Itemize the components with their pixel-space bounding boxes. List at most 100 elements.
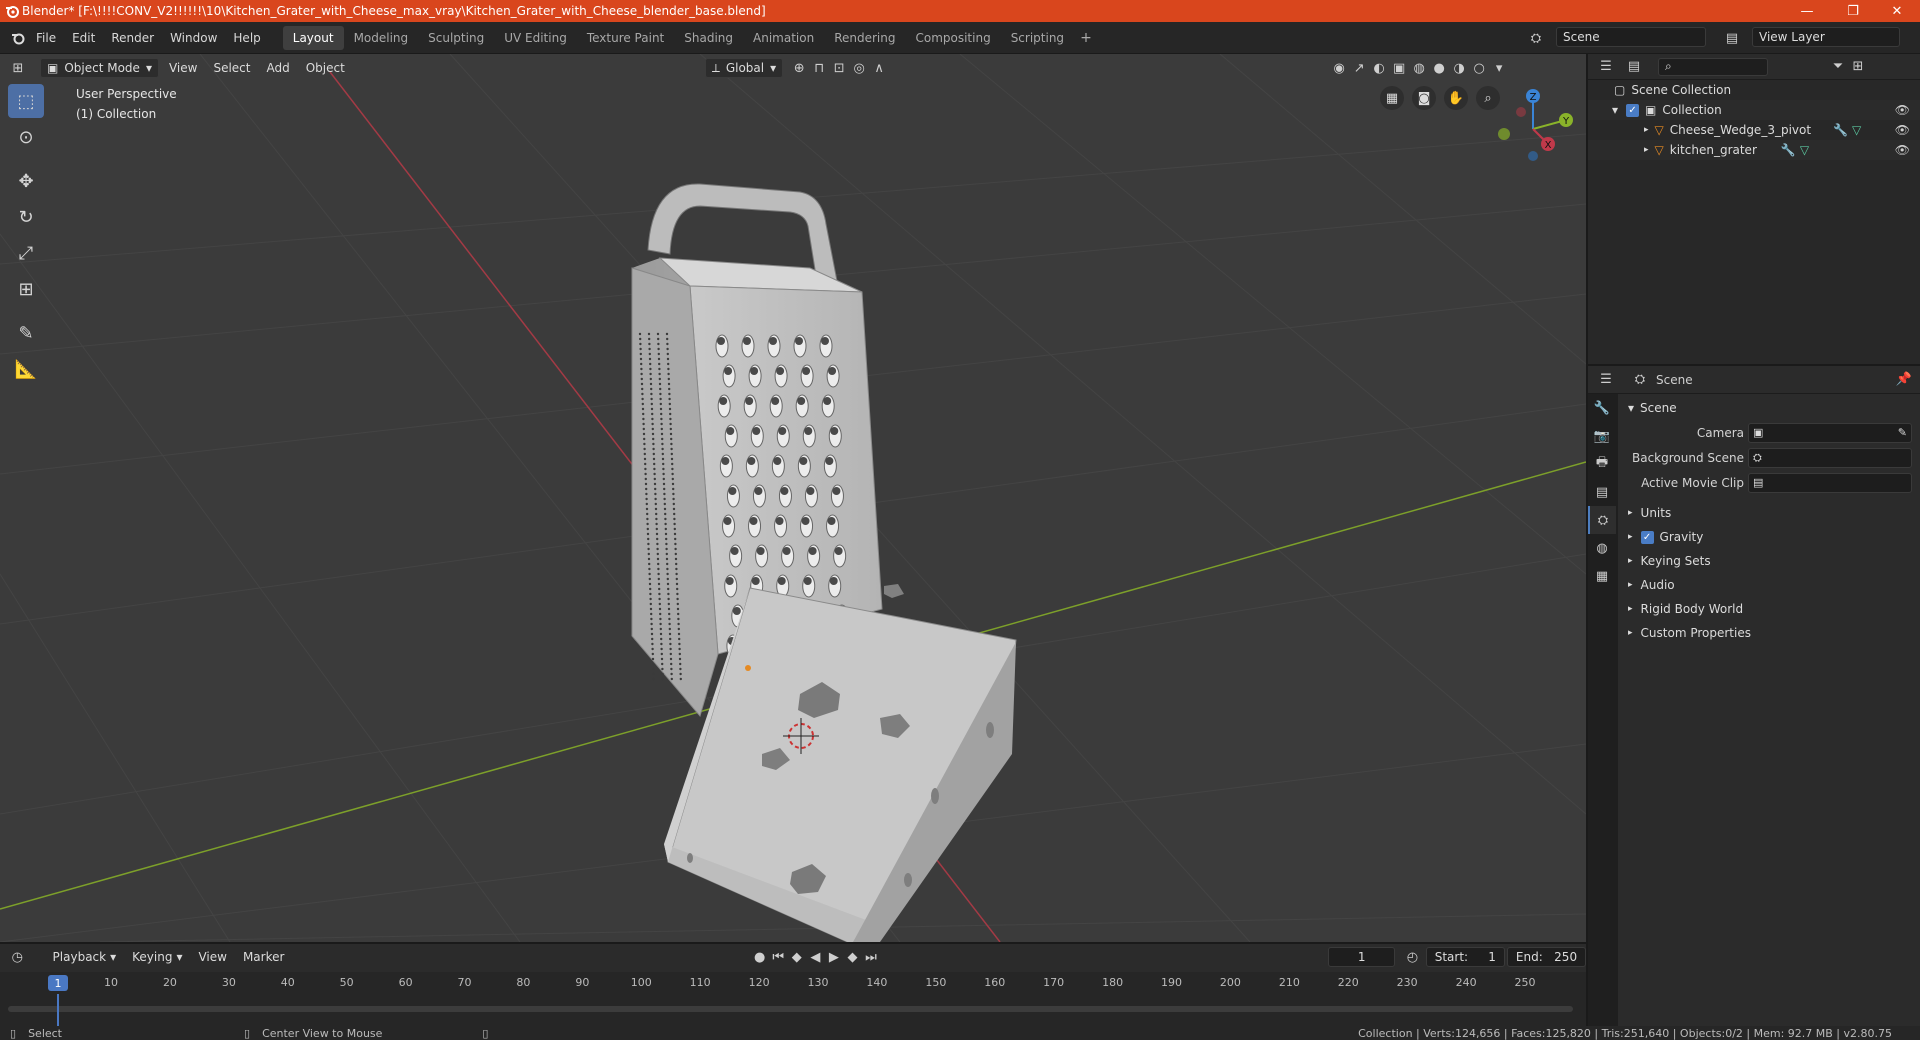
- render-tab-icon[interactable]: 📷: [1588, 422, 1616, 450]
- proportional-edit-icon[interactable]: ◎: [849, 58, 869, 78]
- tab-uv-editing[interactable]: UV Editing: [494, 26, 577, 50]
- scene-panel-header[interactable]: ▾ Scene: [1620, 396, 1920, 420]
- jump-start-icon[interactable]: ⏮: [769, 947, 788, 967]
- clock-icon[interactable]: ◴: [1403, 947, 1422, 967]
- view-menu[interactable]: View: [163, 58, 203, 78]
- display-mode-icon[interactable]: ▤: [1624, 57, 1644, 77]
- view-layer-selector[interactable]: View Layer: [1752, 27, 1900, 47]
- tab-compositing[interactable]: Compositing: [905, 26, 1000, 50]
- start-frame-field[interactable]: Start: 1: [1425, 947, 1505, 967]
- scene-tab-icon[interactable]: ⛭: [1588, 506, 1616, 534]
- gravity-checkbox[interactable]: ✓: [1640, 530, 1654, 544]
- record-icon[interactable]: ●: [750, 947, 769, 967]
- close-window-button[interactable]: ✕: [1874, 0, 1920, 22]
- tab-scripting[interactable]: Scripting: [1001, 26, 1074, 50]
- keying-sets-panel[interactable]: ▸ Keying Sets: [1620, 549, 1920, 573]
- navigation-gizmo[interactable]: Z Y X: [1488, 84, 1578, 174]
- eye-icon[interactable]: 👁: [1895, 143, 1910, 157]
- menu-window[interactable]: Window: [162, 31, 225, 45]
- tab-layout[interactable]: Layout: [282, 25, 344, 50]
- jump-end-icon[interactable]: ⏭: [862, 947, 881, 967]
- audio-panel[interactable]: ▸ Audio: [1620, 573, 1920, 597]
- transform-tool-icon[interactable]: ⊞: [8, 272, 44, 306]
- select-menu[interactable]: Select: [207, 58, 256, 78]
- xray-icon[interactable]: ▣: [1389, 58, 1409, 78]
- scale-tool-icon[interactable]: ⤢: [8, 236, 44, 270]
- properties-editor-type-icon[interactable]: ☰: [1596, 370, 1616, 390]
- minimize-button[interactable]: —: [1784, 0, 1830, 22]
- editor-type-icon[interactable]: ⊞: [8, 58, 28, 78]
- menu-file[interactable]: File: [28, 31, 64, 45]
- custom-properties-panel[interactable]: ▸ Custom Properties: [1620, 621, 1920, 645]
- pin-icon[interactable]: 📌: [1894, 370, 1914, 390]
- material-shading-icon[interactable]: ◑: [1449, 58, 1469, 78]
- tab-texture-paint[interactable]: Texture Paint: [577, 26, 674, 50]
- select-box-tool-icon[interactable]: ⬚: [8, 84, 44, 118]
- filter-icon[interactable]: ⏷: [1828, 57, 1848, 77]
- add-menu[interactable]: Add: [260, 58, 295, 78]
- texture-tab-icon[interactable]: ▦: [1588, 562, 1616, 590]
- outliner-collection-row[interactable]: ▾ ✓ ▣ Collection 👁: [1588, 100, 1920, 120]
- camera-field[interactable]: ▣ ✎: [1748, 422, 1912, 443]
- rotate-tool-icon[interactable]: ↻: [8, 200, 44, 234]
- tab-modeling[interactable]: Modeling: [344, 26, 419, 50]
- blender-menu-icon[interactable]: [8, 28, 28, 48]
- tab-rendering[interactable]: Rendering: [824, 26, 905, 50]
- pan-hand-icon[interactable]: ✋: [1444, 86, 1468, 110]
- play-reverse-icon[interactable]: ◀: [806, 947, 825, 967]
- timeline-view-menu[interactable]: View: [192, 947, 232, 967]
- 3d-viewport[interactable]: [0, 54, 1586, 942]
- add-workspace-button[interactable]: +: [1074, 30, 1098, 46]
- end-frame-field[interactable]: End: 250: [1506, 947, 1587, 967]
- outliner-search-input[interactable]: ⌕: [1658, 57, 1768, 76]
- falloff-icon[interactable]: ∧: [869, 58, 889, 78]
- view-layer-tab-icon[interactable]: ▤: [1588, 478, 1616, 506]
- wireframe-shading-icon[interactable]: ◍: [1409, 58, 1429, 78]
- playback-menu[interactable]: Playback ▾: [47, 947, 123, 967]
- maximize-button[interactable]: ❐: [1830, 0, 1876, 22]
- prev-keyframe-icon[interactable]: ◆: [788, 947, 807, 967]
- outliner-item-cheese[interactable]: ▸ ▽ Cheese_Wedge_3_pivot 🔧 ▽ 👁: [1588, 120, 1920, 140]
- scene-browse-icon[interactable]: ⛭: [1526, 28, 1546, 48]
- overlay-toggle-icon[interactable]: ◐: [1369, 58, 1389, 78]
- outliner-scene-collection[interactable]: ▢ Scene Collection: [1588, 80, 1920, 100]
- next-keyframe-icon[interactable]: ◆: [843, 947, 862, 967]
- mode-selector[interactable]: ▣ Object Mode ▾: [40, 58, 159, 78]
- eye-icon[interactable]: 👁: [1895, 123, 1910, 137]
- movie-clip-field[interactable]: ▤: [1748, 472, 1912, 493]
- play-icon[interactable]: ▶: [825, 947, 844, 967]
- tool-tab-icon[interactable]: 🔧: [1588, 394, 1616, 422]
- move-tool-icon[interactable]: ✥: [8, 164, 44, 198]
- rigid-body-world-panel[interactable]: ▸ Rigid Body World: [1620, 597, 1920, 621]
- menu-help[interactable]: Help: [225, 31, 268, 45]
- menu-edit[interactable]: Edit: [64, 31, 103, 45]
- object-menu[interactable]: Object: [300, 58, 351, 78]
- pivot-point-icon[interactable]: ⊕: [789, 58, 809, 78]
- timeline-ruler[interactable]: 1 10 20 30 40 50 60 70 80 90 100 110 120 130 140 150 160…: [0, 972, 1586, 994]
- rendered-shading-icon[interactable]: ○: [1469, 58, 1489, 78]
- tab-sculpting[interactable]: Sculpting: [418, 26, 494, 50]
- marker-menu[interactable]: Marker: [237, 947, 290, 967]
- snap-target-icon[interactable]: ⊡: [829, 58, 849, 78]
- cursor-tool-icon[interactable]: ⊙: [8, 120, 44, 154]
- scene-selector[interactable]: Scene: [1556, 27, 1706, 47]
- tab-shading[interactable]: Shading: [674, 26, 743, 50]
- timeline-track[interactable]: [0, 994, 1586, 1028]
- outliner-editor-type-icon[interactable]: ☰: [1596, 57, 1616, 77]
- visibility-icon[interactable]: ◉: [1329, 58, 1349, 78]
- output-tab-icon[interactable]: 🖶: [1588, 450, 1616, 478]
- snap-icon[interactable]: ⊓: [809, 58, 829, 78]
- annotate-tool-icon[interactable]: ✎: [8, 316, 44, 350]
- shading-options-icon[interactable]: ▾: [1489, 58, 1509, 78]
- eye-icon[interactable]: 👁: [1895, 103, 1910, 117]
- outliner-item-grater[interactable]: ▸ ▽ kitchen_grater 🔧 ▽ 👁: [1588, 140, 1920, 160]
- eyedropper-icon[interactable]: ✎: [1898, 426, 1907, 439]
- current-frame-field[interactable]: 1: [1328, 947, 1396, 967]
- units-panel[interactable]: ▸ Units: [1620, 501, 1920, 525]
- menu-render[interactable]: Render: [103, 31, 162, 45]
- collection-checkbox[interactable]: ✓: [1626, 103, 1640, 117]
- grid-view-icon[interactable]: ▦: [1380, 86, 1404, 110]
- measure-tool-icon[interactable]: 📐: [8, 352, 44, 386]
- keying-menu[interactable]: Keying ▾: [126, 947, 188, 967]
- world-tab-icon[interactable]: ◍: [1588, 534, 1616, 562]
